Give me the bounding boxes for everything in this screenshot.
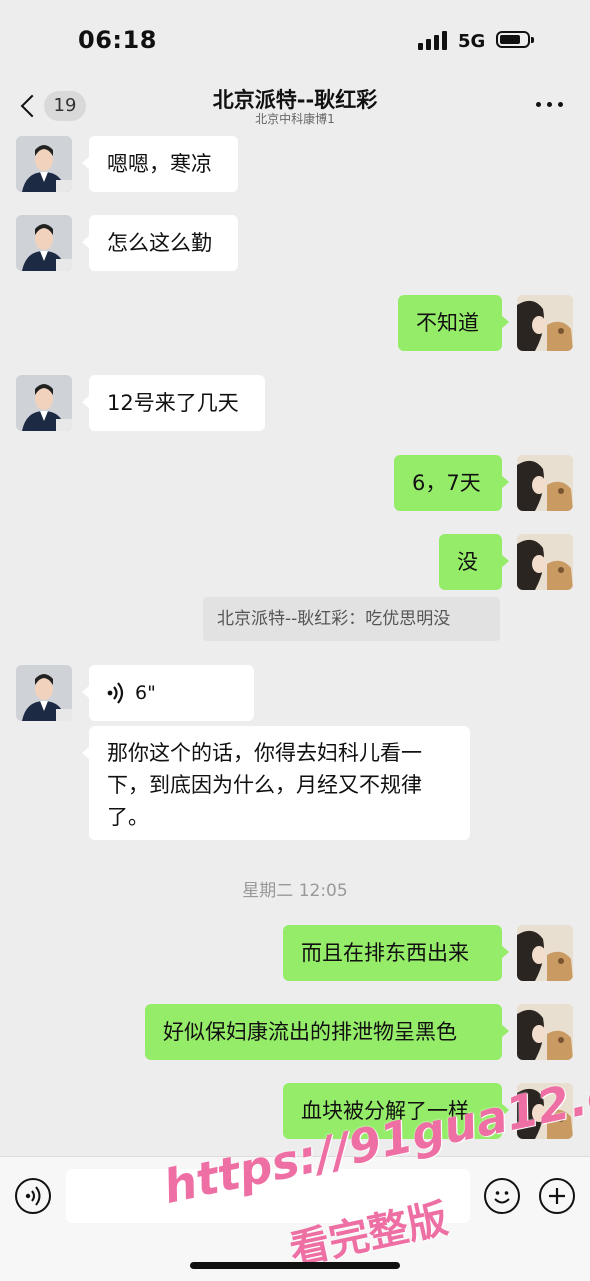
signal-icon: [418, 30, 448, 50]
network-type: 5G: [458, 31, 486, 52]
chat-subtitle: 北京中科康博1: [255, 112, 335, 126]
message-bubble-sent[interactable]: 不知道: [398, 295, 509, 351]
voice-wave-icon: [107, 682, 124, 704]
message-bubble-received[interactable]: 12号来了几天: [82, 375, 265, 431]
message-bubble-sent[interactable]: 没: [439, 534, 509, 590]
voice-message-bubble[interactable]: 6": [82, 665, 254, 721]
contact-avatar[interactable]: [16, 375, 72, 431]
message-bubble-sent[interactable]: 6，7天: [394, 455, 509, 511]
contact-avatar[interactable]: [16, 665, 72, 721]
status-bar: 06:18 5G: [0, 0, 590, 80]
message-input[interactable]: [66, 1169, 470, 1223]
my-avatar[interactable]: [517, 534, 573, 590]
add-attachment-button[interactable]: [539, 1178, 575, 1214]
more-options-button[interactable]: [534, 98, 566, 112]
my-avatar[interactable]: [517, 455, 573, 511]
message-bubble-received[interactable]: 嗯嗯，寒凉: [82, 136, 238, 192]
chat-timestamp: 星期二 12:05: [242, 881, 348, 901]
plus-icon: [549, 1188, 565, 1204]
voice-input-button[interactable]: [15, 1178, 51, 1214]
message-bubble-sent[interactable]: 好似保妇康流出的排泄物呈黑色: [145, 1004, 509, 1060]
quoted-message[interactable]: 北京派特--耿红彩：吃优思明没: [203, 597, 500, 641]
contact-avatar[interactable]: [16, 136, 72, 192]
emoji-icon: [494, 1191, 510, 1204]
message-bubble-sent[interactable]: 而且在排东西出来: [283, 925, 509, 981]
my-avatar[interactable]: [517, 295, 573, 351]
message-bubble-received[interactable]: 怎么这么勤: [82, 215, 238, 271]
my-avatar[interactable]: [517, 1083, 573, 1139]
message-bubble-received[interactable]: 那你这个的话，你得去妇科儿看一下，到底因为什么，月经又不规律了。: [82, 726, 470, 840]
home-indicator: [190, 1262, 400, 1269]
voice-duration: 6": [135, 682, 156, 704]
contact-avatar[interactable]: [16, 215, 72, 271]
message-bubble-sent[interactable]: 血块被分解了一样: [283, 1083, 509, 1139]
my-avatar[interactable]: [517, 925, 573, 981]
status-time: 06:18: [78, 26, 157, 54]
chat-header: 19 北京派特--耿红彩 北京中科康博1: [0, 80, 590, 132]
battery-icon: [496, 31, 534, 48]
emoji-button[interactable]: [484, 1178, 520, 1214]
voice-icon: [25, 1186, 41, 1206]
my-avatar[interactable]: [517, 1004, 573, 1060]
